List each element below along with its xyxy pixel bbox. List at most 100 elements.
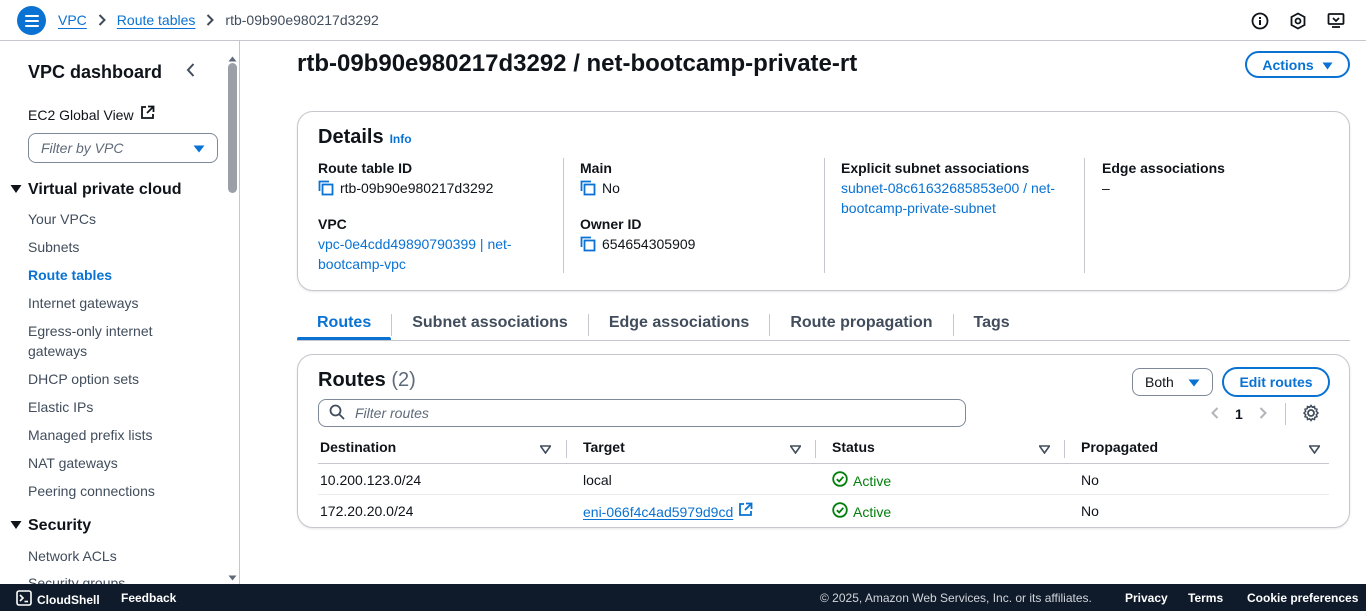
copy-icon[interactable] [580, 180, 596, 196]
details-column-4: Edge associations – [1102, 158, 1332, 198]
routes-panel: Routes (2) Both Edit routes Filter route… [297, 354, 1350, 528]
menu-icon[interactable] [17, 6, 46, 35]
scroll-down-icon[interactable] [228, 568, 237, 584]
explicit-subnet-link-line-1: subnet-08c61632685853e00 / net- [841, 180, 1056, 196]
sidebar-section-security[interactable]: Security [10, 517, 91, 535]
sidebar-item-peering-connections[interactable]: Peering connections [28, 481, 155, 501]
sort-caret-icon[interactable] [1037, 441, 1052, 457]
column-divider[interactable] [1064, 440, 1065, 458]
breadcrumb-current: rtb-09b90e980217d3292 [225, 12, 379, 28]
caret-down-icon [1322, 57, 1333, 73]
target-eni-link[interactable]: eni-066f4c4ad5979d9cd [583, 503, 733, 521]
sidebar-item-your-vpcs[interactable]: Your VPCs [28, 209, 96, 229]
filter-routes-input[interactable]: Filter routes [318, 399, 966, 427]
filter-routes-placeholder: Filter routes [355, 405, 429, 421]
settings-gear-icon[interactable] [1302, 403, 1320, 425]
tab-routes[interactable]: Routes [297, 309, 392, 341]
sidebar-item-egress-only-internet-gateways[interactable]: Egress-only internet gateways [28, 321, 178, 361]
filter-by-vpc-placeholder: Filter by VPC [41, 140, 124, 156]
explicit-subnet-link[interactable]: subnet-08c61632685853e00 / net- bootcamp… [841, 178, 1081, 218]
sidebar-item-nat-gateways[interactable]: NAT gateways [28, 453, 118, 473]
sidebar-item-ec2-global-view[interactable]: EC2 Global View [28, 105, 155, 125]
cookie-preferences-link[interactable]: Cookie preferences [1247, 591, 1358, 605]
scrollbar-thumb[interactable] [228, 63, 237, 193]
tab-edge-associations[interactable]: Edge associations [589, 309, 770, 341]
privacy-link[interactable]: Privacy [1125, 591, 1168, 605]
details-column-1: Route table ID rtb-09b90e980217d3292 VPC… [318, 158, 548, 274]
main-content: rtb-09b90e980217d3292 / net-bootcamp-pri… [241, 41, 1366, 584]
chevron-left-icon[interactable] [186, 62, 196, 81]
tab-route-propagation[interactable]: Route propagation [770, 309, 952, 341]
details-heading-text: Details [318, 126, 384, 148]
tab-tags[interactable]: Tags [954, 309, 1030, 341]
route-filter-select[interactable]: Both [1132, 368, 1213, 396]
side-navigation: VPC dashboard EC2 Global View Filter by … [0, 41, 240, 584]
sort-caret-icon[interactable] [788, 441, 803, 457]
caret-down-icon [1188, 374, 1200, 390]
vpc-link[interactable]: vpc-0e4cdd49890790399 | net- bootcamp-vp… [318, 234, 548, 274]
sidebar-item-network-acls[interactable]: Network ACLs [28, 546, 117, 566]
explicit-subnet-link-line-2: bootcamp-private-subnet [841, 200, 996, 216]
owner-id-text: 654654305909 [602, 236, 696, 252]
filter-by-vpc-select[interactable]: Filter by VPC [28, 133, 218, 163]
route-table-id-text: rtb-09b90e980217d3292 [340, 180, 494, 196]
sort-caret-icon[interactable] [538, 441, 553, 457]
page-number[interactable]: 1 [1235, 406, 1243, 422]
status-text: Active [853, 473, 892, 489]
status-text: Active [853, 504, 892, 520]
sidebar-item-internet-gateways[interactable]: Internet gateways [28, 293, 139, 313]
caret-down-icon [193, 140, 205, 156]
cloudshell-label: CloudShell [37, 592, 100, 607]
edge-associations-value: – [1102, 180, 1110, 196]
sidebar-item-dhcp-option-sets[interactable]: DHCP option sets [28, 369, 139, 389]
sidebar-scrollbar[interactable] [228, 49, 237, 584]
column-header-status[interactable]: Status [832, 439, 875, 455]
tab-bar: Routes Subnet associations Edge associat… [297, 309, 1030, 341]
sidebar-item-security-groups[interactable]: Security groups [28, 573, 125, 584]
sidebar-item-route-tables[interactable]: Route tables [28, 265, 112, 285]
column-divider[interactable] [815, 440, 816, 458]
copy-icon[interactable] [318, 180, 334, 196]
external-link-icon [140, 105, 155, 125]
sidebar-section-virtual-private-cloud[interactable]: Virtual private cloud [10, 181, 182, 199]
info-icon[interactable] [1250, 11, 1270, 31]
details-panel: Details Info Route table ID rtb-09b90e980… [297, 111, 1350, 291]
sidebar-item-managed-prefix-lists[interactable]: Managed prefix lists [28, 425, 153, 445]
caret-down-icon [10, 181, 22, 199]
column-divider[interactable] [566, 440, 567, 458]
destination-cell: 172.20.20.0/24 [320, 503, 414, 519]
cloudshell-button[interactable]: CloudShell [16, 590, 100, 609]
tab-subnet-associations[interactable]: Subnet associations [392, 309, 588, 341]
sidebar-section-label: Virtual private cloud [28, 181, 182, 198]
column-header-destination[interactable]: Destination [320, 439, 396, 455]
terminal-icon [16, 590, 32, 609]
pagination-divider [1284, 403, 1286, 425]
routes-heading-text: Routes [318, 369, 386, 391]
sidebar-title[interactable]: VPC dashboard [28, 62, 162, 83]
pagination: 1 [1211, 403, 1320, 425]
chevron-right-icon[interactable] [1259, 406, 1267, 422]
breadcrumb-route-tables[interactable]: Route tables [117, 12, 196, 28]
copy-icon[interactable] [580, 236, 596, 252]
external-link-icon[interactable] [738, 502, 753, 521]
table-header-row: Destination Target Status Propagated [318, 434, 1329, 464]
column-header-propagated[interactable]: Propagated [1081, 439, 1158, 455]
caret-down-icon [10, 517, 22, 535]
support-chat-icon[interactable] [1326, 11, 1346, 31]
actions-button-label: Actions [1262, 56, 1314, 73]
feedback-link[interactable]: Feedback [121, 591, 176, 605]
owner-id-label: Owner ID [580, 216, 642, 232]
actions-button[interactable]: Actions [1245, 51, 1350, 78]
sidebar-item-subnets[interactable]: Subnets [28, 237, 79, 257]
shield-settings-icon[interactable] [1288, 11, 1308, 31]
search-icon [329, 404, 345, 423]
terms-link[interactable]: Terms [1188, 591, 1223, 605]
sort-caret-icon[interactable] [1307, 441, 1322, 457]
edit-routes-button[interactable]: Edit routes [1222, 367, 1330, 397]
breadcrumb-vpc[interactable]: VPC [58, 12, 87, 28]
column-header-target[interactable]: Target [583, 439, 625, 455]
console-footer: CloudShell Feedback © 2025, Amazon Web S… [0, 584, 1366, 611]
chevron-left-icon[interactable] [1211, 406, 1219, 422]
details-info-link[interactable]: Info [390, 132, 412, 146]
sidebar-item-elastic-ips[interactable]: Elastic IPs [28, 397, 93, 417]
